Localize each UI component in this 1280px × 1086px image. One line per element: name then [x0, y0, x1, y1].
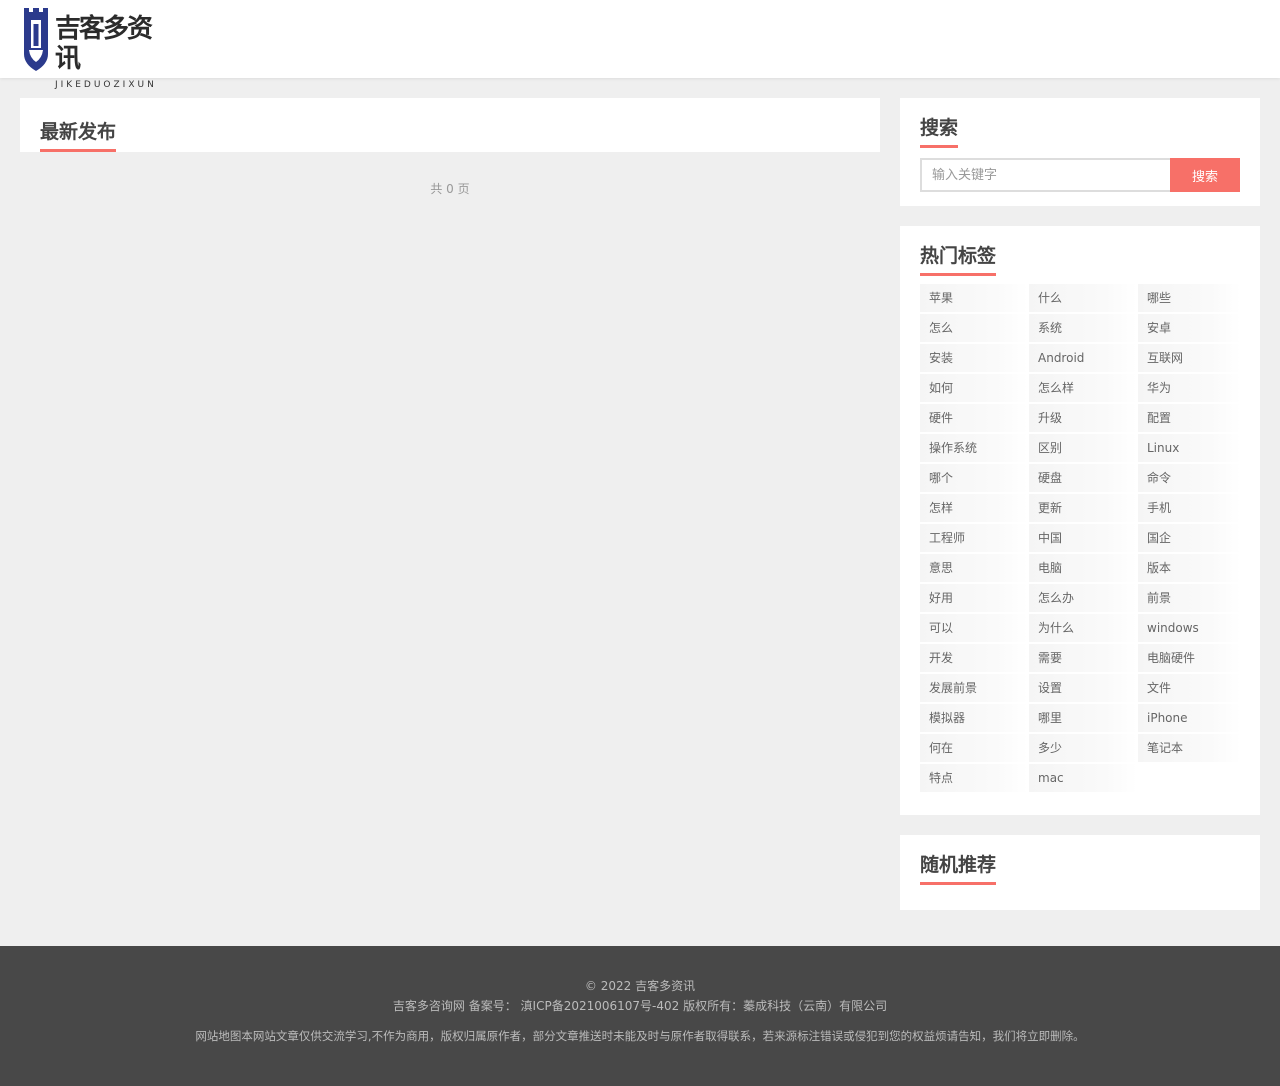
tag-link[interactable]: mac — [1029, 764, 1137, 792]
tag-link[interactable]: 开发 — [920, 644, 1028, 672]
main-content: 最新发布 共 0 页 — [20, 98, 880, 197]
search-button[interactable]: 搜索 — [1170, 158, 1240, 192]
tag-link[interactable]: 国企 — [1138, 524, 1241, 552]
tag-link[interactable]: 发展前景 — [920, 674, 1028, 702]
tag-link[interactable]: 为什么 — [1029, 614, 1137, 642]
sidebar: 搜索 搜索 热门标签 苹果什么哪些怎么系统安卓安装Android互联网如何怎么样… — [900, 98, 1260, 910]
tag-link[interactable]: 多少 — [1029, 734, 1137, 762]
footer-copyright: © 2022 吉客多资讯 — [584, 979, 696, 993]
tag-link[interactable]: 怎么样 — [1029, 374, 1137, 402]
tag-link[interactable]: 如何 — [920, 374, 1028, 402]
logo-en-text: JIKEDUOZIXUN — [55, 80, 157, 90]
site-logo[interactable]: 吉客多资讯 JIKEDUOZIXUN — [20, 6, 154, 90]
tag-link[interactable]: windows — [1138, 614, 1241, 642]
tag-link[interactable]: 安卓 — [1138, 314, 1241, 342]
tag-link[interactable]: 设置 — [1029, 674, 1137, 702]
tag-link[interactable]: 前景 — [1138, 584, 1241, 612]
tag-link[interactable]: 硬盘 — [1029, 464, 1137, 492]
tag-link[interactable]: 文件 — [1138, 674, 1241, 702]
castle-logo-icon — [20, 6, 52, 72]
latest-posts-panel: 最新发布 — [20, 98, 880, 152]
random-recommend-title: 随机推荐 — [920, 851, 997, 885]
tag-link[interactable]: iPhone — [1138, 704, 1241, 732]
tag-link[interactable]: 怎么办 — [1029, 584, 1137, 612]
search-widget: 搜索 搜索 — [900, 98, 1260, 206]
footer-disclaimer: 网站地图本网站文章仅供交流学习,不作为商用，版权归属原作者，部分文章推送时未能及… — [195, 1029, 1085, 1043]
tag-link[interactable]: 特点 — [920, 764, 1028, 792]
tag-link[interactable]: 需要 — [1029, 644, 1137, 672]
site-header: 吉客多资讯 JIKEDUOZIXUN — [0, 0, 1280, 90]
tag-link[interactable]: 版本 — [1138, 554, 1241, 582]
logo-cn-text: 吉客多资讯 — [55, 14, 153, 74]
tag-link[interactable]: 系统 — [1029, 314, 1137, 342]
tags-grid: 苹果 什么 哪些怎么 系统 安卓安装 Android 互联网如何 怎么样 华为硬件 升级 配置操作系… — [920, 284, 1241, 792]
tag-link[interactable]: 电脑硬件 — [1138, 644, 1241, 672]
tag-link[interactable]: 硬件 — [920, 404, 1028, 432]
search-input[interactable] — [920, 158, 1170, 192]
tag-link[interactable]: 中国 — [1029, 524, 1137, 552]
tag-link[interactable]: 升级 — [1029, 404, 1137, 432]
tag-link[interactable]: 工程师 — [920, 524, 1028, 552]
hot-tags-title: 热门标签 — [920, 242, 997, 276]
tag-link[interactable]: 什么 — [1029, 284, 1137, 312]
tag-link[interactable]: 意思 — [920, 554, 1028, 582]
tag-link[interactable]: 哪里 — [1029, 704, 1137, 732]
tag-link[interactable]: 安装 — [920, 344, 1028, 372]
tag-link[interactable]: 命令 — [1138, 464, 1241, 492]
pagination-info: 共 0 页 — [430, 182, 470, 196]
random-recommend-widget: 随机推荐 — [900, 835, 1260, 910]
tag-link[interactable]: 苹果 — [920, 284, 1028, 312]
tag-link[interactable]: Android — [1029, 344, 1137, 372]
tag-link[interactable]: 配置 — [1138, 404, 1241, 432]
search-title: 搜索 — [920, 114, 959, 148]
tag-link[interactable]: Linux — [1138, 434, 1241, 462]
tag-link[interactable]: 电脑 — [1029, 554, 1137, 582]
tag-link[interactable]: 区别 — [1029, 434, 1137, 462]
tag-link[interactable]: 好用 — [920, 584, 1028, 612]
tag-link[interactable]: 手机 — [1138, 494, 1241, 522]
latest-posts-title: 最新发布 — [40, 118, 117, 152]
logo-text: 吉客多资讯 JIKEDUOZIXUN — [55, 14, 157, 90]
tag-link[interactable]: 更新 — [1029, 494, 1137, 522]
tag-link[interactable]: 互联网 — [1138, 344, 1241, 372]
tag-link[interactable]: 可以 — [920, 614, 1028, 642]
tag-link[interactable]: 华为 — [1138, 374, 1241, 402]
hot-tags-widget: 热门标签 苹果 什么 哪些怎么 系统 安卓安装 Android 互联网如何 怎么样 华为硬件 升级… — [900, 226, 1260, 815]
tag-link[interactable]: 操作系统 — [920, 434, 1028, 462]
tag-link[interactable]: 怎么 — [920, 314, 1028, 342]
tag-link[interactable]: 哪个 — [920, 464, 1028, 492]
tag-link[interactable]: 何在 — [920, 734, 1028, 762]
tag-link[interactable]: 哪些 — [1138, 284, 1241, 312]
tag-link[interactable]: 模拟器 — [920, 704, 1028, 732]
footer-icp[interactable]: 吉客多咨询网 备案号： 滇ICP备2021006107号-402 版权所有：蓁成… — [0, 998, 1280, 1014]
site-footer: © 2022 吉客多资讯 吉客多咨询网 备案号： 滇ICP备2021006107… — [0, 946, 1280, 1086]
tag-link[interactable]: 怎样 — [920, 494, 1028, 522]
search-form: 搜索 — [920, 158, 1240, 192]
tag-link[interactable]: 笔记本 — [1138, 734, 1241, 762]
